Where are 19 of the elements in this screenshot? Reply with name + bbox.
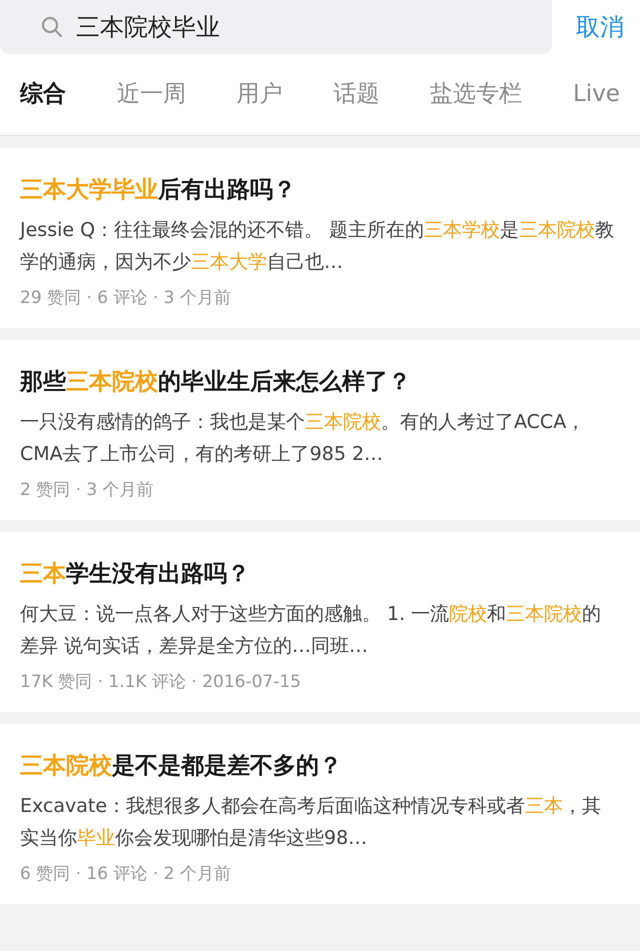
search-field[interactable]: 三本院校毕业 bbox=[0, 0, 552, 54]
result-title[interactable]: 那些三本院校的毕业生后来怎么样了？ bbox=[20, 362, 620, 402]
result-card[interactable]: 三本学生没有出路吗？ 何大豆：说一点各人对于这些方面的感触。 1. 一流院校和三本院校的差异 说句实话，差异是全方位的…同班… 17K 赞同 · 1.1K 评论 · 2016-07-15 bbox=[0, 532, 640, 712]
result-title[interactable]: 三本大学毕业后有出路吗？ bbox=[20, 170, 620, 210]
result-title[interactable]: 三本院校是不是都是差不多的？ bbox=[20, 746, 620, 786]
search-icon bbox=[40, 15, 64, 39]
result-snippet: Jessie Q：往往最终会混的还不错。 题主所在的三本学校是三本院校教学的通病，因为不少三本大学自己也… bbox=[20, 218, 616, 275]
result-snippet: 一只没有感情的鸽子：我也是某个三本院校。有的人考过了ACCA，CMA去了上市公司，有的考研上了985 2… bbox=[20, 410, 586, 467]
result-meta: 6 赞同 · 16 评论 · 2 个月前 bbox=[20, 863, 232, 886]
result-card[interactable]: 三本院校是不是都是差不多的？ Excavate：我想很多人都会在高考后面临这种情况专科或者三本，其实当你毕业你会发现哪怕是清华这些98… 6 赞同 · 16 评论 · 2 个月前 bbox=[0, 724, 640, 904]
result-card[interactable]: 那些三本院校的毕业生后来怎么样了？ 一只没有感情的鸽子：我也是某个三本院校。有的人考过了ACCA，CMA去了上市公司，有的考研上了985 2… 2 赞同 · 3 个月前 bbox=[0, 340, 640, 520]
tab[interactable]: 综合 bbox=[20, 77, 66, 112]
result-meta: 17K 赞同 · 1.1K 评论 · 2016-07-15 bbox=[20, 671, 302, 694]
result-card[interactable]: 三本大学毕业后有出路吗？ Jessie Q：往往最终会混的还不错。 题主所在的三本学校是三本院校教学的通病，因为不少三本大学自己也… 29 赞同 · 6 评论 · 3 个月前 bbox=[0, 148, 640, 328]
result-meta: 29 赞同 · 6 评论 · 3 个月前 bbox=[20, 287, 232, 310]
result-snippet: 何大豆：说一点各人对于这些方面的感触。 1. 一流院校和三本院校的差异 说句实话，差异是全方位的…同班… bbox=[20, 602, 602, 659]
result-snippet: Excavate：我想很多人都会在高考后面临这种情况专科或者三本，其实当你毕业你会发现哪怕是清华这些98… bbox=[20, 794, 602, 851]
result-meta: 2 赞同 · 3 个月前 bbox=[20, 479, 155, 502]
result-title[interactable]: 三本学生没有出路吗？ bbox=[20, 554, 620, 594]
